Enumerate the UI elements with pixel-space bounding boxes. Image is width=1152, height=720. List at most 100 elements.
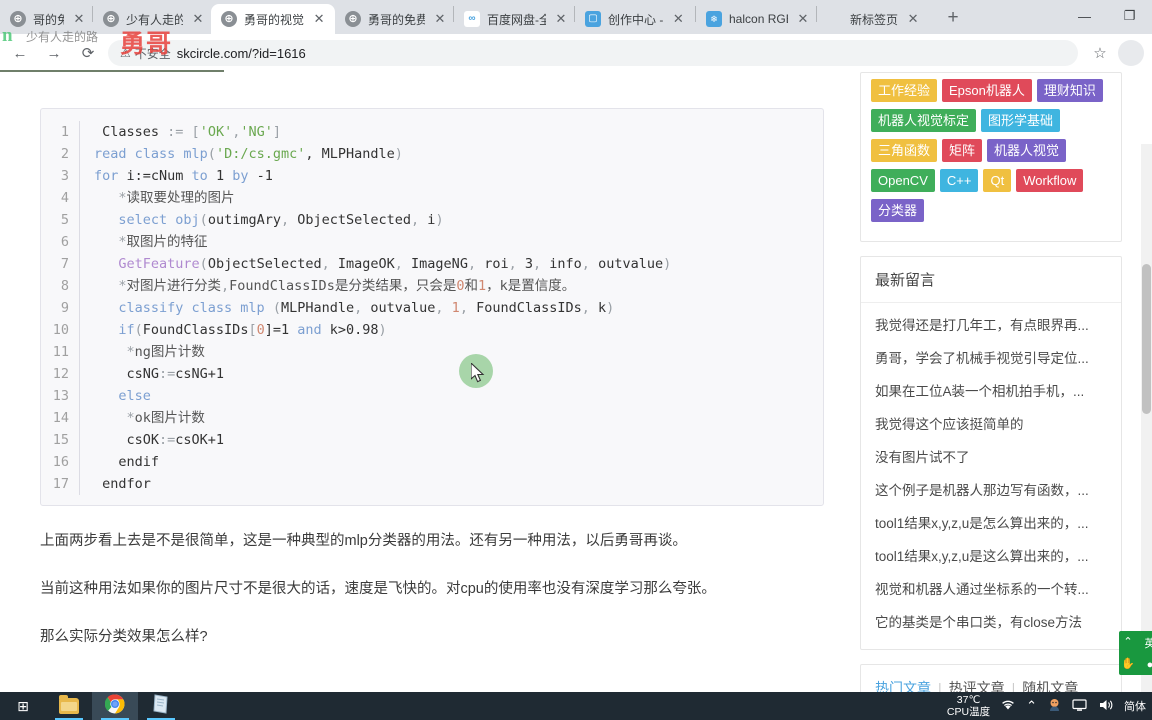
sidebar-tag[interactable]: OpenCV	[871, 169, 935, 192]
code-token: )	[435, 212, 444, 228]
tab-close-icon[interactable]: ✕	[431, 10, 449, 28]
code-token: select obj	[94, 212, 200, 228]
article-paragraphs: 上面两步看上去是不是很简单，这是一种典型的mlp分类器的用法。还有另一种用法，以…	[0, 506, 846, 650]
tab-close-icon[interactable]: ✕	[669, 10, 687, 28]
back-button[interactable]: ←	[6, 39, 34, 67]
code-token: if	[94, 322, 135, 338]
reload-button[interactable]: ⟳	[74, 39, 102, 67]
bookmark-star-icon[interactable]: ☆	[1086, 39, 1114, 67]
sidebar-tag[interactable]: 三角函数	[871, 139, 938, 162]
code-token: ，k是置信度。	[486, 278, 576, 294]
browser-tab[interactable]: ❄ halcon RGB ✕	[696, 4, 816, 34]
baidu-icon: ❄	[706, 11, 722, 27]
sidebar-tag[interactable]: Epson机器人	[942, 79, 1032, 102]
code-line-text: classify class mlp (MLPHandle, outvalue,…	[79, 297, 823, 319]
ime-indicator[interactable]: 简体	[1124, 698, 1146, 714]
minimize-button[interactable]: —	[1062, 0, 1107, 32]
code-line: 14 *ok图片计数	[41, 407, 823, 429]
browser-tab[interactable]: ⊕ 勇哥的免费 ✕	[335, 4, 453, 34]
sidebar-tag[interactable]: 分类器	[871, 199, 925, 222]
sidebar-tag[interactable]: Qt	[983, 169, 1012, 192]
tab-close-icon[interactable]: ✕	[552, 10, 570, 28]
code-token: csOK	[94, 432, 160, 448]
tab-close-icon[interactable]: ✕	[70, 10, 88, 28]
browser-tab[interactable]: ⊕ 哥的免费 ✕	[0, 4, 92, 34]
browser-tab[interactable]: ⊕ 勇哥的视觉 ✕	[211, 4, 335, 34]
cpu-temp-value: 37℃	[956, 694, 981, 706]
sidebar-comment-item[interactable]: tool1结果x,y,z,u是怎么算出来的，...	[875, 507, 1107, 540]
code-token: 1	[451, 300, 460, 316]
sidebar-comment-item[interactable]: 我觉得这个应该挺简单的	[875, 408, 1107, 441]
sidebar-comment-item[interactable]: 没有图片试不了	[875, 441, 1107, 474]
sidebar-comment-item[interactable]: 这个例子是机器人那边写有函数，...	[875, 474, 1107, 507]
code-token: ,	[394, 256, 412, 272]
profile-avatar[interactable]	[1118, 40, 1144, 66]
sidebar-comment-item[interactable]: 我觉得还是打几年工，有点眼界再...	[875, 309, 1107, 342]
hot-articles-tab[interactable]: 热评文章	[949, 678, 1005, 692]
new-tab-button[interactable]: +	[939, 4, 967, 32]
sidebar-comment-item[interactable]: 视觉和机器人通过坐标系的一个转...	[875, 573, 1107, 606]
chevron-up-icon[interactable]: ⌃	[1026, 698, 1037, 714]
code-block: C# 1 Classes := ['OK','NG']2read class m…	[40, 108, 824, 506]
code-line-text: select obj(outimgAry, ObjectSelected, i)	[79, 209, 823, 231]
not-secure-indicator[interactable]: ⚠ 不安全	[120, 45, 171, 62]
network-monitor-icon[interactable]	[1072, 698, 1088, 715]
baiduyun-icon: ∞	[464, 11, 480, 27]
tab-close-icon[interactable]: ✕	[794, 10, 812, 28]
address-bar[interactable]: ⚠ 不安全 skcircle.com/?id=1616	[108, 40, 1078, 66]
sidebar-tag[interactable]: 图形学基础	[981, 109, 1061, 132]
sidebar-comment-item[interactable]: 它的基类是个串口类，有close方法	[875, 606, 1107, 639]
app-tray-icon[interactable]	[1047, 697, 1062, 715]
code-token: 'OK'	[199, 124, 233, 140]
system-tray: 37℃ CPU温度 ⌃ 简体	[947, 692, 1152, 720]
code-token: -1	[256, 168, 273, 184]
code-line-number: 2	[60, 146, 69, 162]
taskbar-item-chrome[interactable]	[92, 692, 138, 720]
page-scrollbar[interactable]	[1141, 144, 1152, 692]
code-token: csOK+1	[175, 432, 225, 448]
hot-articles-tab[interactable]: 随机文章	[1022, 678, 1078, 692]
volume-icon[interactable]	[1098, 698, 1114, 715]
code-token: :=	[159, 366, 176, 382]
hot-articles-tab[interactable]: 热门文章	[875, 678, 931, 692]
ime-floating-panel[interactable]: 英 ●	[1139, 631, 1152, 675]
tab-close-icon[interactable]: ✕	[189, 10, 207, 28]
browser-tab[interactable]: 新标签页 ✕	[817, 4, 935, 34]
code-token: (	[199, 212, 208, 228]
forward-button[interactable]: →	[40, 39, 68, 67]
sidebar-comment-item[interactable]: 勇哥，学会了机械手视觉引导定位...	[875, 342, 1107, 375]
code-token: )	[663, 256, 672, 272]
browser-tab[interactable]: ∞ 百度网盘-全 ✕	[454, 4, 574, 34]
code-token: ng图片计数	[134, 344, 205, 360]
taskbar-item-file-explorer[interactable]	[46, 692, 92, 720]
code-line-number: 10	[52, 322, 69, 338]
taskbar-item-notepad[interactable]	[138, 692, 184, 720]
code-line-number: 13	[52, 388, 69, 404]
ime-mic-icon[interactable]: ●	[1147, 659, 1152, 671]
browser-tab[interactable]: ▢ 创作中心 - ✕	[575, 4, 695, 34]
sidebar-comment-item[interactable]: 如果在工位A装一个相机拍手机，...	[875, 375, 1107, 408]
sidebar-tag[interactable]: Workflow	[1016, 169, 1084, 192]
tab-close-icon[interactable]: ✕	[310, 10, 328, 28]
code-token: )	[394, 146, 403, 162]
start-button[interactable]: ⊞	[0, 692, 46, 720]
hand-icon[interactable]: ✋	[1119, 658, 1137, 670]
folder-icon	[59, 695, 79, 714]
sidebar-tag[interactable]: 机器人视觉	[987, 139, 1067, 162]
sidebar-tag[interactable]: 理财知识	[1036, 79, 1103, 102]
scroll-top-icon[interactable]: ⌃	[1119, 636, 1137, 648]
sidebar-tag[interactable]: 工作经验	[871, 79, 938, 102]
code-token: k>0.98	[329, 322, 379, 338]
code-token: ,	[411, 212, 428, 228]
browser-tab[interactable]: ⊕ 少有人走的路 ✕	[93, 4, 211, 34]
sidebar-tag[interactable]: 机器人视觉标定	[871, 109, 977, 132]
tab-close-icon[interactable]: ✕	[904, 10, 922, 28]
wifi-icon[interactable]	[1000, 698, 1016, 714]
sidebar-tag[interactable]: C++	[939, 169, 979, 192]
sidebar-tag[interactable]: 矩阵	[942, 139, 983, 162]
code-token: (	[272, 300, 281, 316]
maximize-button[interactable]: ❐	[1107, 0, 1152, 32]
sidebar-comment-item[interactable]: tool1结果x,y,z,u是这么算出来的，...	[875, 540, 1107, 573]
code-token: endif	[94, 454, 160, 470]
scrollbar-thumb[interactable]	[1142, 264, 1151, 414]
